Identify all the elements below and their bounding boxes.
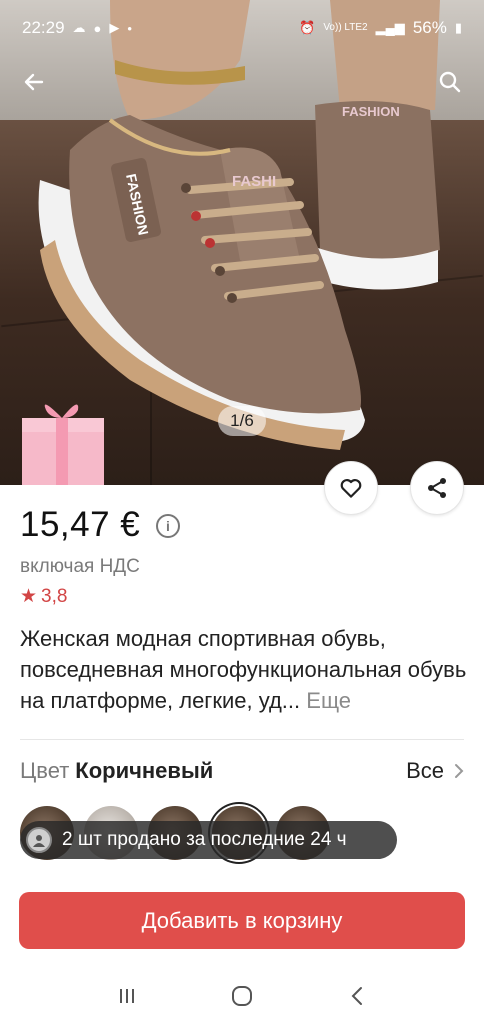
back-nav-button[interactable] bbox=[337, 976, 377, 1016]
home-icon bbox=[231, 986, 252, 1006]
add-to-cart-button[interactable]: Добавить в корзину bbox=[19, 892, 465, 949]
product-price: 15,47 € bbox=[20, 505, 141, 544]
cloud-icon: ☁ bbox=[72, 20, 86, 35]
home-button[interactable] bbox=[222, 976, 262, 1016]
search-icon bbox=[439, 71, 461, 93]
status-time: 22:29 bbox=[22, 18, 65, 37]
product-image-gallery[interactable]: FASHION FASHI FASHION 22:29 ☁ ● ▶ • ⏰ Vo… bbox=[0, 0, 484, 485]
product-rating[interactable]: ★ 3,8 bbox=[20, 585, 67, 608]
status-bar: 22:29 ☁ ● ▶ • ⏰ Vo)) LTE2 ▂▄▆ 56% ▮ bbox=[0, 0, 484, 56]
chevron-right-icon bbox=[455, 764, 464, 778]
share-icon bbox=[428, 478, 446, 498]
all-colors-link[interactable]: Все bbox=[406, 758, 464, 784]
svg-text:FASHI: FASHI bbox=[232, 173, 276, 190]
color-value: Коричневый bbox=[75, 758, 214, 783]
rating-value: 3,8 bbox=[41, 585, 68, 607]
wishlist-button[interactable] bbox=[324, 461, 378, 515]
color-label: Цвет bbox=[20, 758, 70, 783]
battery-level: 56% bbox=[412, 18, 447, 37]
dot-icon: • bbox=[127, 20, 132, 36]
recent-apps-icon bbox=[120, 989, 135, 1003]
product-title: Женская модная спортивная обувь, повседн… bbox=[20, 623, 470, 716]
vat-note: включая НДС bbox=[20, 556, 140, 577]
signal-icon: ▂▄▆ bbox=[375, 20, 405, 35]
battery-icon: ▮ bbox=[454, 20, 462, 35]
search-button[interactable] bbox=[430, 62, 470, 102]
svg-text:FASHION: FASHION bbox=[342, 104, 400, 119]
system-nav-bar bbox=[0, 968, 484, 1024]
color-selector[interactable]: Цвет Коричневый Все bbox=[20, 758, 464, 784]
gift-icon bbox=[22, 404, 104, 485]
share-button[interactable] bbox=[410, 461, 464, 515]
more-link[interactable]: Еще bbox=[306, 688, 351, 713]
network-label: Vo)) LTE2 bbox=[323, 22, 368, 33]
messenger-icon: ● bbox=[93, 20, 102, 36]
back-nav-icon bbox=[351, 987, 362, 1005]
back-button[interactable] bbox=[14, 62, 54, 102]
sold-notice-text: 2 шт продано за последние 24 ч bbox=[62, 829, 347, 850]
product-title-text: Женская модная спортивная обувь, повседн… bbox=[20, 626, 467, 713]
alarm-icon: ⏰ bbox=[299, 20, 316, 35]
youtube-icon: ▶ bbox=[109, 20, 120, 35]
avatar bbox=[26, 827, 52, 853]
info-icon[interactable]: i bbox=[156, 514, 180, 538]
sold-notice: 2 шт продано за последние 24 ч bbox=[20, 821, 397, 859]
all-colors-label: Все bbox=[406, 758, 444, 783]
star-icon: ★ bbox=[20, 586, 38, 607]
heart-icon bbox=[340, 479, 362, 498]
image-counter: 1/6 bbox=[218, 406, 266, 436]
back-arrow-icon bbox=[24, 73, 44, 91]
divider bbox=[20, 739, 464, 740]
recent-apps-button[interactable] bbox=[107, 976, 147, 1016]
